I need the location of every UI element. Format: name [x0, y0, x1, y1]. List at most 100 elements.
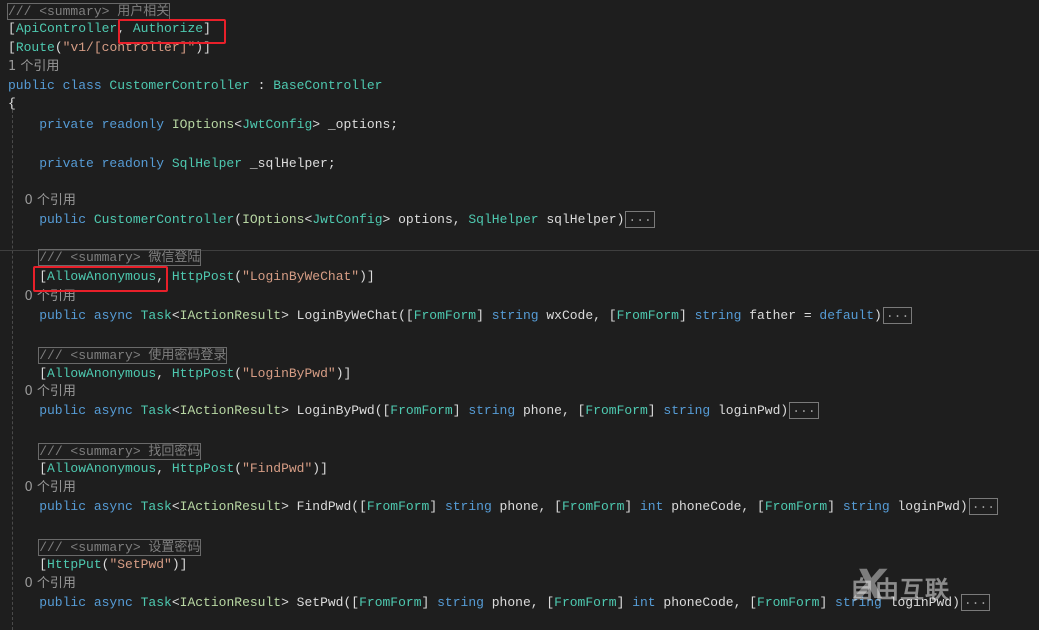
code-token: phone, [: [515, 403, 586, 418]
code-line[interactable]: [AllowAnonymous, HttpPost("LoginByPwd")]: [8, 365, 351, 383]
code-line[interactable]: public async Task<IActionResult> LoginBy…: [8, 402, 819, 420]
code-line[interactable]: public async Task<IActionResult> FindPwd…: [8, 498, 999, 516]
collapsed-region-button[interactable]: ...: [968, 498, 999, 516]
code-token: > LoginByWeChat([: [281, 308, 414, 323]
code-token: string: [663, 403, 711, 418]
code-line[interactable]: {: [8, 95, 16, 113]
code-line[interactable]: /// <summary> 使用密码登录: [8, 347, 228, 365]
code-line[interactable]: private readonly SqlHelper _sqlHelper;: [8, 155, 335, 173]
code-token: phone, [: [483, 595, 555, 610]
code-token: sqlHelper): [538, 212, 625, 227]
code-token: ): [874, 308, 882, 323]
code-token: private readonly: [8, 117, 172, 132]
code-token: )]: [335, 366, 352, 381]
code-token: [: [8, 21, 16, 36]
doc-comment: /// <summary> 设置密码: [38, 539, 202, 556]
code-token: > SetPwd([: [281, 595, 360, 610]
code-line[interactable]: 0 个引用: [8, 479, 76, 497]
code-token: )]: [171, 557, 188, 572]
code-token: IActionResult: [179, 403, 282, 418]
code-token: > _options;: [312, 117, 399, 132]
code-token: public class: [8, 78, 110, 93]
code-token: HttpPut: [47, 557, 102, 572]
code-token: phoneCode, [: [655, 595, 758, 610]
collapsed-region-button[interactable]: ...: [789, 402, 819, 420]
code-token: JwtConfig: [312, 212, 383, 227]
code-token: ]: [616, 595, 633, 610]
code-token: ]: [452, 403, 469, 418]
highlight-authorize: [118, 19, 226, 44]
code-token: <: [171, 595, 180, 610]
code-token: ]: [624, 499, 640, 514]
doc-comment: /// <summary> 找回密码: [38, 443, 202, 460]
code-token: FromForm: [757, 595, 820, 610]
code-token: loginPwd): [710, 403, 789, 418]
code-line[interactable]: 0 个引用: [8, 383, 76, 401]
code-token: public async: [8, 595, 141, 610]
code-line[interactable]: /// <summary> 设置密码: [8, 539, 202, 557]
code-token: <: [234, 117, 243, 132]
code-token: father =: [741, 308, 820, 323]
code-token: public: [8, 212, 94, 227]
code-token: CustomerController: [109, 78, 250, 93]
code-token: (: [234, 366, 243, 381]
code-token: [: [8, 366, 48, 381]
collapsed-region-button[interactable]: ...: [625, 211, 655, 229]
code-token: ]: [827, 499, 843, 514]
collapsed-region-button[interactable]: ...: [882, 307, 913, 325]
code-token: FromForm: [554, 595, 617, 610]
collapsed-region-button[interactable]: ...: [960, 594, 991, 612]
code-token: [: [8, 40, 16, 55]
code-line[interactable]: public async Task<IActionResult> LoginBy…: [8, 307, 913, 325]
reference-count-link[interactable]: 0 个引用: [8, 384, 76, 399]
code-line[interactable]: 1 个引用: [8, 58, 59, 76]
code-token: string: [694, 308, 742, 323]
code-token: Task: [140, 308, 172, 323]
code-token: Task: [140, 595, 172, 610]
reference-count-link[interactable]: 0 个引用: [8, 480, 76, 495]
code-line[interactable]: 0 个引用: [8, 192, 76, 210]
code-token: string: [437, 595, 484, 610]
code-token: ]: [421, 595, 438, 610]
code-token: > FindPwd([: [281, 499, 367, 514]
code-token: ]: [819, 595, 836, 610]
code-token: (: [234, 461, 243, 476]
code-line[interactable]: [AllowAnonymous, HttpPost("FindPwd")]: [8, 460, 328, 478]
code-token: public async: [8, 308, 141, 323]
code-line[interactable]: 0 个引用: [8, 575, 76, 593]
code-token: int: [640, 499, 664, 514]
watermark-text: 自由互联: [850, 576, 950, 604]
code-token: "LoginByPwd": [242, 366, 336, 381]
code-token: <: [171, 499, 180, 514]
code-token: HttpPost: [171, 366, 235, 381]
code-line[interactable]: public class CustomerController : BaseCo…: [8, 77, 382, 95]
doc-comment: /// <summary> 微信登陆: [38, 249, 202, 266]
code-token: (: [234, 212, 243, 227]
code-token: public async: [8, 403, 141, 418]
reference-count-link[interactable]: 1 个引用: [8, 59, 59, 74]
code-token: <: [171, 308, 180, 323]
reference-count-link[interactable]: 0 个引用: [8, 576, 76, 591]
code-token: private readonly: [8, 156, 172, 171]
code-line[interactable]: /// <summary> 找回密码: [8, 443, 202, 461]
code-token: ]: [647, 403, 664, 418]
code-token: FromForm: [390, 403, 453, 418]
code-token: <: [171, 403, 180, 418]
code-token: ApiController: [15, 21, 118, 36]
code-token: ,: [156, 461, 172, 476]
code-line[interactable]: [HttpPut("SetPwd")]: [8, 556, 187, 574]
code-line[interactable]: public async Task<IActionResult> SetPwd(…: [8, 594, 991, 612]
reference-count-link[interactable]: 0 个引用: [8, 193, 76, 208]
doc-comment: /// <summary> 用户相关: [6, 3, 171, 20]
code-token: FromForm: [764, 499, 828, 514]
code-token: public async: [8, 499, 141, 514]
code-line[interactable]: private readonly IOptions<JwtConfig> _op…: [8, 116, 398, 134]
code-token: FromForm: [561, 499, 625, 514]
code-token: FromForm: [585, 403, 648, 418]
code-token: AllowAnonymous: [47, 366, 157, 381]
code-line[interactable]: /// <summary> 微信登陆: [8, 249, 202, 267]
code-token: {: [8, 96, 16, 111]
code-line[interactable]: public CustomerController(IOptions<JwtCo…: [8, 211, 655, 229]
